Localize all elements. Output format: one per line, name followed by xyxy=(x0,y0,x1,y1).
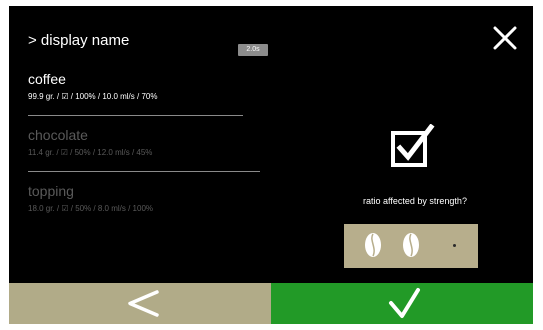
product-list: coffee 99.9 gr. / ☑ / 100% / 10.0 ml/s /… xyxy=(28,70,288,238)
checkbox-checked-icon xyxy=(391,123,435,167)
divider xyxy=(28,115,243,116)
list-item-topping[interactable]: topping 18.0 gr. / ☑ / 50% / 8.0 ml/s / … xyxy=(28,182,288,238)
coffee-bean-icon xyxy=(365,233,381,257)
close-icon xyxy=(493,26,517,50)
value-badge: 2.0s xyxy=(238,44,268,56)
confirm-button[interactable] xyxy=(271,283,533,324)
ratio-checkbox[interactable] xyxy=(390,123,436,170)
footer-bar xyxy=(9,283,533,324)
back-button[interactable] xyxy=(9,283,271,324)
list-item-coffee[interactable]: coffee 99.9 gr. / ☑ / 100% / 10.0 ml/s /… xyxy=(28,70,288,126)
empty-strength-slot xyxy=(453,244,456,247)
divider xyxy=(28,171,260,172)
checkmark-icon xyxy=(389,288,420,318)
list-item-chocolate[interactable]: chocolate 11.4 gr. / ☑ / 50% / 12.0 ml/s… xyxy=(28,126,288,182)
ratio-label: ratio affected by strength? xyxy=(363,196,467,206)
item-detail: 99.9 gr. / ☑ / 100% / 10.0 ml/s / 70% xyxy=(28,92,158,101)
item-name: chocolate xyxy=(28,127,88,143)
screen: > display name coffee 99.9 gr. / ☑ / 100… xyxy=(9,6,533,324)
close-button[interactable] xyxy=(489,22,521,54)
item-name: topping xyxy=(28,183,74,199)
page-title: > display name xyxy=(28,32,130,49)
item-detail: 11.4 gr. / ☑ / 50% / 12.0 ml/s / 45% xyxy=(28,148,153,157)
strength-selector[interactable] xyxy=(344,224,478,268)
coffee-bean-icon xyxy=(403,233,419,257)
item-name: coffee xyxy=(28,71,66,87)
chevron-left-icon xyxy=(128,290,159,317)
item-detail: 18.0 gr. / ☑ / 50% / 8.0 ml/s / 100% xyxy=(28,204,154,213)
